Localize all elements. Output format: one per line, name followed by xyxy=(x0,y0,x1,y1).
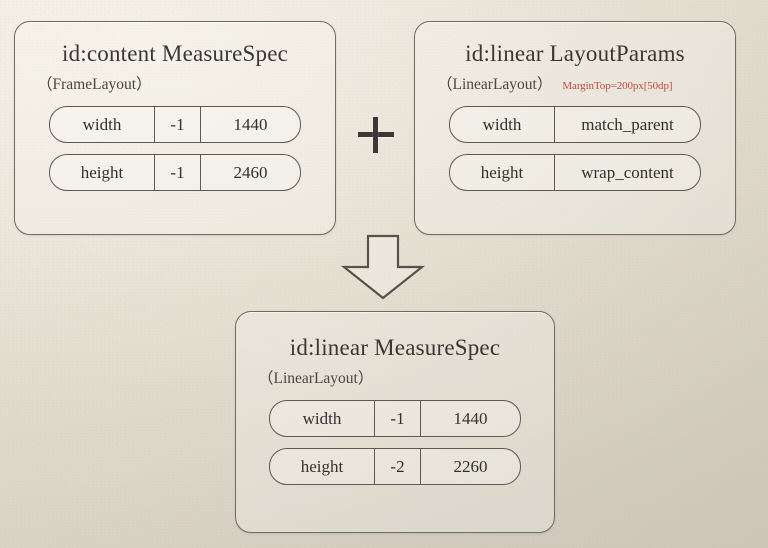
panel-title: id:linear LayoutParams xyxy=(465,41,685,66)
spec-row-mode: -1 xyxy=(374,401,420,437)
panel-subtitle: （LinearLayout） xyxy=(258,370,374,388)
spec-row-value: wrap_content xyxy=(554,155,700,191)
spec-row-width: width match_parent xyxy=(449,106,701,144)
panel-linear-layoutparams: id:linear LayoutParams （LinearLayout） Ma… xyxy=(414,21,736,235)
spec-row-label: width xyxy=(482,114,522,134)
spec-row-mode: -1 xyxy=(154,107,200,143)
spec-row-list: width -1 1440 height -1 2460 xyxy=(15,106,335,192)
panel-title: id:content MeasureSpec xyxy=(61,41,289,66)
spec-row-label: height xyxy=(80,162,124,182)
spec-row-height: height -2 2260 xyxy=(269,448,521,486)
diagram-canvas: id:content MeasureSpec （FrameLayout） wid… xyxy=(0,0,768,548)
spec-row-value: 2460 xyxy=(200,155,300,191)
panel-subtitle: （LinearLayout） xyxy=(437,76,553,94)
plus-bar-vertical xyxy=(373,117,378,153)
panel-linear-measurespec: id:linear MeasureSpec （LinearLayout） wid… xyxy=(235,311,555,533)
down-arrow-icon xyxy=(340,234,426,300)
spec-row-label: width xyxy=(302,408,342,428)
spec-row-label: height xyxy=(480,162,524,182)
spec-row-list: width match_parent height wrap_content xyxy=(415,106,735,192)
spec-row-label: height xyxy=(300,456,344,476)
spec-row-width: width -1 1440 xyxy=(49,106,301,144)
spec-row-list: width -1 1440 height -2 2260 xyxy=(236,400,554,486)
panel-subtitle-row: （FrameLayout） xyxy=(37,72,335,94)
spec-row-height: height -1 2460 xyxy=(49,154,301,192)
spec-row-value: 1440 xyxy=(420,401,520,437)
spec-row-width: width -1 1440 xyxy=(269,400,521,438)
plus-operator-icon xyxy=(356,115,396,155)
spec-row-mode: -2 xyxy=(374,449,420,485)
panel-subtitle-row: （LinearLayout） MarginTop=200px[50dp] xyxy=(437,72,735,94)
spec-row-label: width xyxy=(82,114,122,134)
spec-row-mode: -1 xyxy=(154,155,200,191)
panel-subtitle: （FrameLayout） xyxy=(37,76,152,94)
panel-title: id:linear MeasureSpec xyxy=(289,335,501,360)
panel-subtitle-row: （LinearLayout） xyxy=(258,366,554,388)
spec-row-height: height wrap_content xyxy=(449,154,701,192)
spec-row-value: 2260 xyxy=(420,449,520,485)
spec-row-value: match_parent xyxy=(554,107,700,143)
spec-row-value: 1440 xyxy=(200,107,300,143)
margin-top-annotation: MarginTop=200px[50dp] xyxy=(562,80,673,93)
panel-content-measurespec: id:content MeasureSpec （FrameLayout） wid… xyxy=(14,21,336,235)
